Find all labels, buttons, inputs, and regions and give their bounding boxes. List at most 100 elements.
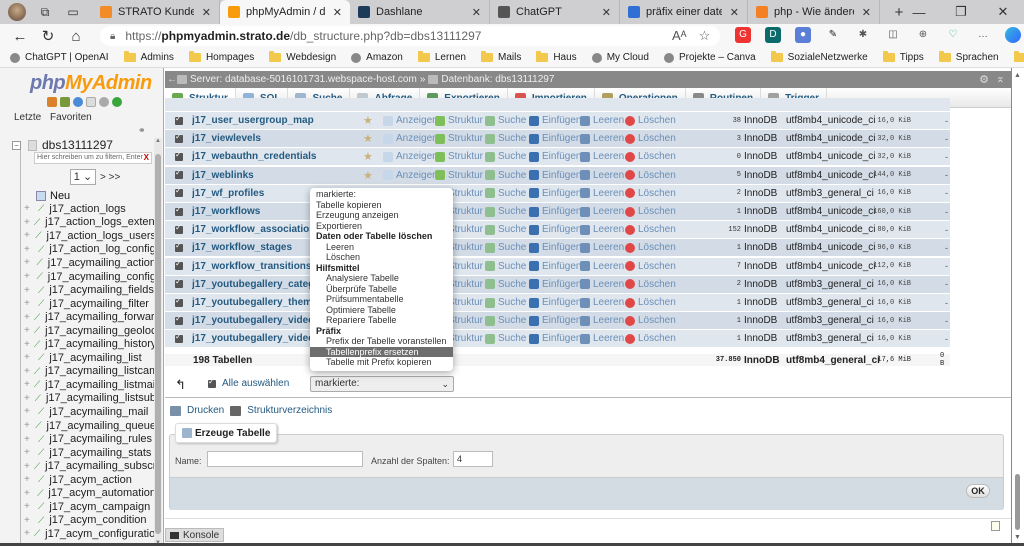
table-structure-icon[interactable]: ⟋ [38,298,44,309]
empty-action[interactable]: Leeren [580,151,624,162]
empty-action[interactable]: Leeren [580,315,624,326]
nav-table-name[interactable]: j17_action_logs_users [47,230,155,242]
nav-table-item[interactable]: + ⟋ j17_action_logs_users [24,229,155,243]
table-structure-icon[interactable]: ⟋ [34,339,40,350]
bookmark-item[interactable]: Mails [480,51,521,63]
nav-table-name[interactable]: j17_acymailing_config [48,271,155,283]
dropdown-option[interactable]: Löschen [310,252,453,263]
nav-table-name[interactable]: j17_acymailing_stats [49,447,151,459]
dropdown-option[interactable]: Tabellenprefix ersetzen [310,346,453,357]
page-select[interactable]: 1 ⌄ [70,169,96,185]
browser-tab[interactable]: STRATO Kunden-Login ✕ [92,0,220,24]
insert-action[interactable]: Einfügen [529,206,581,217]
refresh-button[interactable]: ↻ [34,27,62,45]
close-tab-icon[interactable]: ✕ [602,6,611,19]
table-structure-icon[interactable]: ⟋ [34,379,40,390]
table-structure-icon[interactable]: ⟋ [38,406,44,417]
expand-icon[interactable]: + [24,406,34,417]
insert-action[interactable]: Einfügen [529,333,581,344]
dropdown-option[interactable]: Repariere Tabelle [310,315,453,326]
empty-action[interactable]: Leeren [580,261,624,272]
table-structure-icon[interactable]: ⟋ [34,325,40,336]
insert-action[interactable]: Einfügen [529,279,581,290]
nav-table-item[interactable]: + ⟋ j17_acymailing_mail [24,405,155,419]
search-action[interactable]: Suche [485,188,526,199]
gdata-extension-icon[interactable]: G [735,27,751,43]
drop-action[interactable]: Löschen [625,151,676,162]
row-checkbox[interactable] [175,132,183,143]
drop-action[interactable]: Löschen [625,224,676,235]
phpmyadmin-logo[interactable]: phpMyAdmin [30,72,152,95]
restore-button[interactable]: ❐ [940,4,982,20]
row-checkbox[interactable] [175,241,183,252]
structure-action[interactable]: Struktur [435,170,483,181]
dashlane-extension-icon[interactable]: D [765,27,781,43]
empty-action[interactable]: Leeren [580,279,624,290]
console-toggle[interactable]: Konsole [165,528,225,542]
expand-icon[interactable]: + [24,271,32,282]
copilot-icon[interactable] [1005,27,1021,43]
table-name-link[interactable]: j17_weblinks [192,170,337,181]
profile-avatar[interactable] [8,3,26,21]
drop-action[interactable]: Löschen [625,133,676,144]
nav-table-item[interactable]: + ⟋ j17_action_logs [24,202,155,216]
help-icon[interactable] [73,97,83,107]
empty-action[interactable]: Leeren [580,333,624,344]
expand-icon[interactable]: + [24,339,30,350]
expand-icon[interactable]: + [24,325,30,336]
nav-table-item[interactable]: + ⟋ j17_acymailing_list [24,351,155,365]
insert-action[interactable]: Einfügen [529,151,581,162]
expand-icon[interactable]: + [24,447,34,458]
table-structure-icon[interactable]: ⟋ [36,271,42,282]
main-scrollbar[interactable]: ▲ ▼ [1011,68,1024,546]
search-action[interactable]: Suche [485,333,526,344]
nav-table-name[interactable]: j17_action_log_config [49,243,155,255]
dropdown-option[interactable]: Prefix der Tabelle voranstellen [310,336,453,347]
nav-table-item[interactable]: + ⟋ j17_action_logs_extensions [24,216,155,230]
search-action[interactable]: Suche [485,261,526,272]
favorites-tab[interactable]: Favoriten [50,112,92,123]
bookmark-item[interactable]: Webdesign [269,51,336,63]
structure-action[interactable]: Struktur [435,133,483,144]
dropdown-option[interactable]: Tabelle kopieren [310,200,453,211]
ok-button[interactable]: OK [966,484,990,498]
dropdown-option[interactable]: Tabelle mit Prefix kopieren [310,357,453,368]
expand-icon[interactable]: + [24,257,32,268]
nav-table-item[interactable]: + ⟋ j17_acym_action [24,473,155,487]
drop-action[interactable]: Löschen [625,242,676,253]
expand-icon[interactable]: + [24,420,31,431]
search-action[interactable]: Suche [485,279,526,290]
search-action[interactable]: Suche [485,133,526,144]
insert-action[interactable]: Einfügen [529,297,581,308]
extensions-puzzle-icon[interactable]: ✱ [855,27,871,43]
drop-action[interactable]: Löschen [625,261,676,272]
table-structure-icon[interactable]: ⟋ [34,217,40,228]
drop-action[interactable]: Löschen [625,315,676,326]
search-action[interactable]: Suche [485,315,526,326]
nav-table-item[interactable]: + ⟋ j17_acymailing_listmail [24,378,155,392]
dropdown-option[interactable]: markierte: [310,189,453,200]
favorite-star-icon[interactable]: ★ [363,114,373,127]
close-tab-icon[interactable]: ✕ [730,6,739,19]
expand-icon[interactable]: + [24,461,30,472]
settings-gear-icon[interactable] [99,97,109,107]
workspaces-icon[interactable]: ⧉ [36,3,54,21]
nav-table-item[interactable]: + ⟋ j17_acymailing_config [24,270,155,284]
table-structure-icon[interactable]: ⟋ [36,257,42,268]
breadcrumb-server[interactable]: Server: database-5016101731.webspace-hos… [190,74,417,85]
columns-count-input[interactable]: 4 [453,451,493,467]
search-action[interactable]: Suche [485,224,526,235]
row-checkbox[interactable] [175,150,183,161]
read-aloud-icon[interactable]: Aᴬ [672,28,687,44]
nav-table-name[interactable]: j17_acym_campaign [49,501,150,513]
search-action[interactable]: Suche [485,115,526,126]
expand-icon[interactable]: + [24,528,30,539]
extension-icon[interactable]: ● [795,27,811,43]
logout-icon[interactable] [60,97,70,107]
drop-action[interactable]: Löschen [625,297,676,308]
nav-table-item[interactable]: + ⟋ j17_acymailing_listsub [24,392,155,406]
row-checkbox[interactable] [175,186,183,198]
dropdown-option[interactable]: Erzeugung anzeigen [310,210,453,221]
nav-table-name[interactable]: j17_acymailing_list [49,352,141,364]
breadcrumb-collapse-icon[interactable]: ← [167,74,177,85]
